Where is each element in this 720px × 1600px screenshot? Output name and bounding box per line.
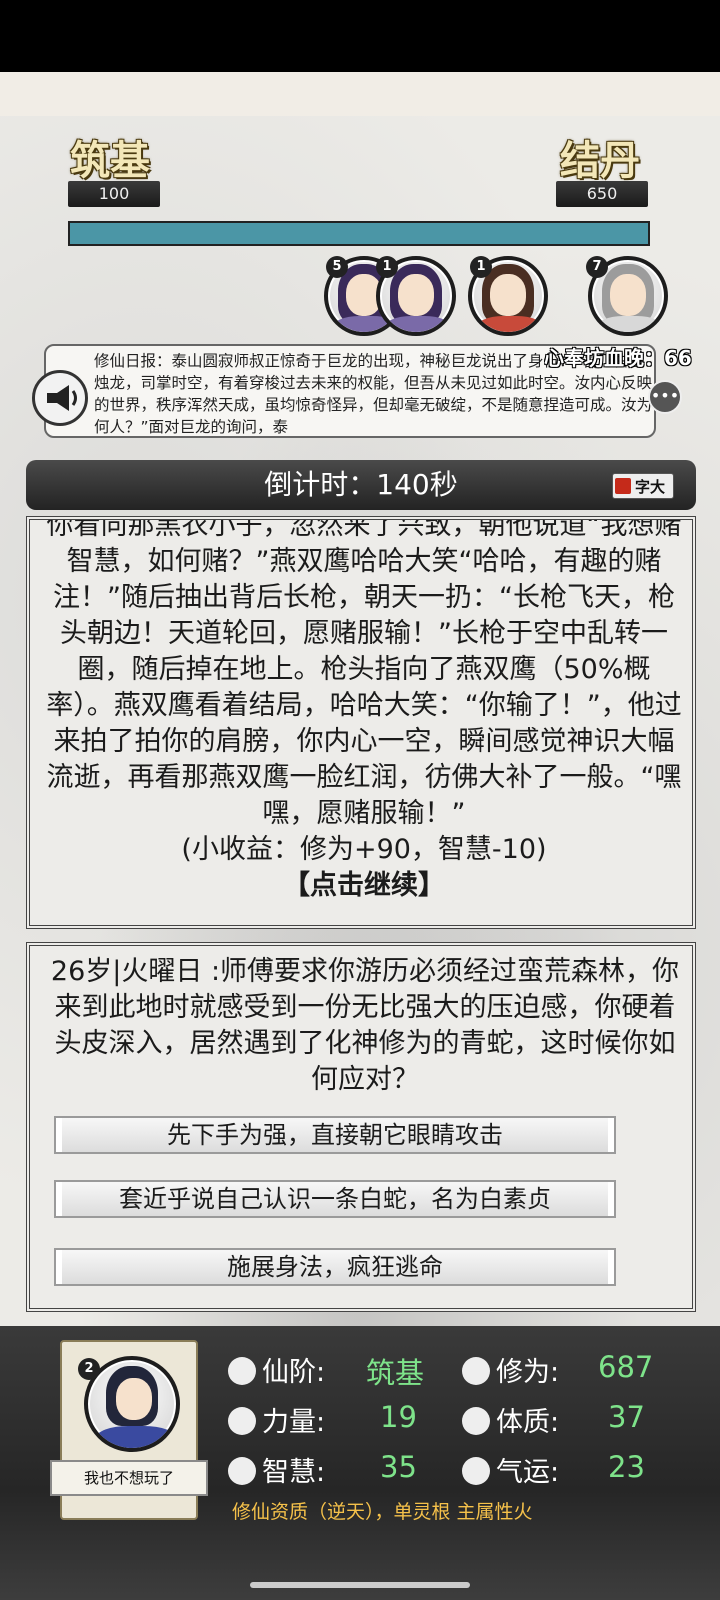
player-badge-1: 5 bbox=[326, 256, 348, 278]
megaphone-glyph bbox=[47, 385, 77, 411]
megaphone-icon[interactable] bbox=[32, 370, 88, 426]
stat-realm-value: 筑基 bbox=[366, 1356, 425, 1390]
next-realm-title: 结丹 bbox=[560, 137, 640, 184]
continue-prompt[interactable]: 【点击继续】 bbox=[46, 868, 682, 904]
font-size-label: 字大 bbox=[635, 478, 666, 496]
stat-strength-value: 19 bbox=[380, 1400, 417, 1434]
character-name: 我也不想玩了 bbox=[50, 1460, 208, 1496]
avatar-face bbox=[490, 274, 526, 316]
stat-luck: 气运: bbox=[462, 1450, 559, 1489]
font-size-button[interactable]: 字大 bbox=[612, 473, 674, 499]
stat-constitution-value: 37 bbox=[608, 1400, 645, 1434]
stat-wisdom-label: 智慧: bbox=[262, 1457, 326, 1488]
realm-progress-fill bbox=[70, 223, 648, 244]
countdown-bar: 倒计时：140秒 bbox=[26, 460, 696, 510]
stat-constitution-label: 体质: bbox=[496, 1407, 560, 1438]
cultivation-icon bbox=[462, 1357, 490, 1385]
realm-progress-bar bbox=[68, 221, 650, 246]
stat-cultivation-value: 687 bbox=[598, 1350, 654, 1384]
stat-cultivation-label: 修为: bbox=[496, 1357, 560, 1388]
current-realm-title: 筑基 bbox=[70, 137, 150, 184]
avatar-face bbox=[116, 1378, 152, 1420]
story-text: 你看向那黑衣小子，忽然来了兴致，朝他说道“我想赌智慧，如何赌？”燕双鹰哈哈大笑“… bbox=[46, 516, 682, 829]
player-badge-4: 7 bbox=[586, 256, 608, 278]
event-text: 26岁|火曜日 :师傅要求你游历必须经过蛮荒森林，你来到此地时就感受到一份无比强… bbox=[50, 956, 680, 1095]
stat-luck-label: 气运: bbox=[496, 1457, 560, 1488]
top-band bbox=[0, 72, 720, 116]
stat-realm-label: 仙阶: bbox=[262, 1357, 326, 1388]
character-badge: 2 bbox=[78, 1358, 100, 1380]
aptitude-text: 修仙资质（逆天），单灵根 主属性火 bbox=[232, 1501, 533, 1523]
chat-bubble-icon[interactable]: ••• bbox=[648, 380, 682, 414]
home-indicator[interactable] bbox=[250, 1582, 470, 1588]
stat-strength-label: 力量: bbox=[262, 1407, 326, 1438]
avatar-face bbox=[398, 274, 434, 316]
story-panel[interactable]: 你看向那黑衣小子，忽然来了兴致，朝他说道“我想赌智慧，如何赌？”燕双鹰哈哈大笑“… bbox=[26, 516, 696, 929]
clover-icon bbox=[462, 1457, 490, 1485]
stat-wisdom: 智慧: bbox=[228, 1450, 325, 1489]
stat-strength: 力量: bbox=[228, 1400, 325, 1439]
next-realm-value: 650 bbox=[556, 181, 648, 207]
wisdom-icon bbox=[228, 1457, 256, 1485]
player-badge-3: 1 bbox=[470, 256, 492, 278]
player-badge-2: 1 bbox=[376, 256, 398, 278]
font-size-flag-icon bbox=[615, 478, 631, 494]
stat-wisdom-value: 35 bbox=[380, 1450, 417, 1484]
scrolling-announcement: 心奉坊血晚：66 bbox=[544, 346, 692, 370]
choice-button-3[interactable]: 施展身法，疯狂逃命 bbox=[54, 1248, 616, 1286]
choice-button-2[interactable]: 套近乎说自己认识一条白蛇，名为白素贞 bbox=[54, 1180, 616, 1218]
story-reward: (小收益：修为+90，智慧-10) bbox=[181, 834, 547, 865]
stat-realm: 仙阶: bbox=[228, 1350, 325, 1389]
stat-constitution: 体质: bbox=[462, 1400, 559, 1439]
story-content: 你看向那黑衣小子，忽然来了兴致，朝他说道“我想赌智慧，如何赌？”燕双鹰哈哈大笑“… bbox=[46, 516, 682, 904]
status-bar bbox=[0, 0, 720, 72]
stat-cultivation: 修为: bbox=[462, 1350, 559, 1389]
fist-icon bbox=[228, 1407, 256, 1435]
constitution-icon bbox=[462, 1407, 490, 1435]
choice-button-1[interactable]: 先下手为强，直接朝它眼睛攻击 bbox=[54, 1116, 616, 1154]
stat-luck-value: 23 bbox=[608, 1450, 645, 1484]
current-realm-value: 100 bbox=[68, 181, 160, 207]
avatar-face bbox=[610, 274, 646, 316]
realm-icon bbox=[228, 1357, 256, 1385]
